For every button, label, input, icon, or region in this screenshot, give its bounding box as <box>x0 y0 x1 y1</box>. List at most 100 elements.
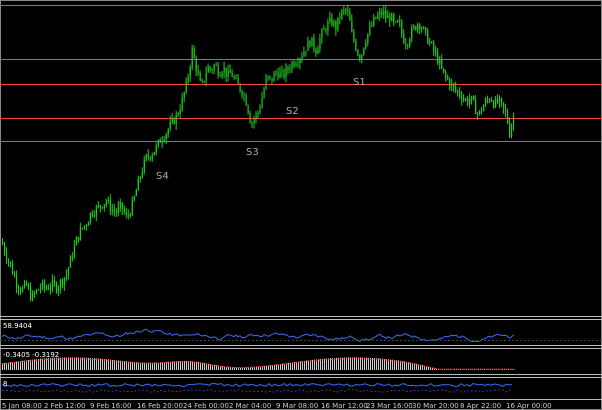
candle-body <box>81 227 84 229</box>
candle-body <box>365 42 367 48</box>
chart-window[interactable]: S1 S2 S3 S4 58.9404 -0.3405 -0.3192 8 5 … <box>0 0 602 410</box>
candle-body <box>123 209 125 213</box>
candle-body <box>243 95 245 97</box>
candle-body <box>321 29 323 39</box>
candle-body <box>205 72 207 82</box>
candle-body <box>257 111 259 114</box>
candle-body <box>307 40 309 52</box>
candle-body <box>163 139 165 141</box>
candle-body <box>271 77 273 82</box>
candle-body <box>43 281 46 288</box>
candle-body <box>107 199 109 202</box>
candle-body <box>229 70 231 73</box>
candle-body <box>389 16 391 21</box>
candle-body <box>189 67 191 77</box>
candle-body <box>119 202 121 207</box>
candle-body <box>125 212 127 216</box>
candle-body <box>463 99 465 101</box>
candle-body <box>419 24 421 29</box>
indicator3-value: 8 <box>3 380 8 388</box>
candle-body <box>281 70 283 72</box>
candle-body <box>275 72 277 74</box>
candle-body <box>49 287 52 290</box>
candle-body <box>407 45 409 47</box>
candle-body <box>67 267 70 275</box>
candle-body <box>191 47 193 68</box>
candle-body <box>89 212 92 223</box>
candle-body <box>353 31 355 41</box>
candle-body <box>405 42 407 46</box>
candle-body <box>473 96 475 101</box>
candle-body <box>11 264 14 275</box>
candle-body <box>289 69 291 71</box>
candle-body <box>255 113 257 120</box>
candle-body <box>323 29 325 31</box>
candle-body <box>465 98 467 100</box>
candle-body <box>69 256 72 268</box>
candle-body <box>357 49 359 56</box>
candle-body <box>83 225 86 228</box>
candle-body <box>117 206 119 213</box>
candle-body <box>367 33 369 43</box>
candle-body <box>327 22 329 32</box>
candle-body <box>477 113 479 115</box>
candle-body <box>279 71 281 78</box>
candle-body <box>315 48 317 54</box>
candle-body <box>351 20 353 32</box>
candle-body <box>359 55 361 60</box>
candle-body <box>301 56 303 60</box>
candle-body <box>297 63 299 65</box>
candle-body <box>165 134 167 140</box>
candle-body <box>459 91 461 96</box>
level-label-s1: S1 <box>353 77 366 88</box>
candle-body <box>185 81 187 93</box>
candle-body <box>143 159 145 172</box>
candle-body <box>55 283 58 292</box>
candle-body <box>51 280 54 288</box>
candle-body <box>133 196 135 201</box>
candle-body <box>325 29 327 32</box>
candle-body <box>435 50 437 53</box>
candle-body <box>171 118 173 122</box>
candle-body <box>253 119 255 124</box>
candle-body <box>499 98 501 103</box>
candle-body <box>439 60 441 64</box>
candle-body <box>455 86 457 91</box>
candle-body <box>269 75 271 78</box>
indicator2-value: -0.3405 -0.3192 <box>3 351 60 359</box>
candle-body <box>113 209 115 212</box>
candle-body <box>219 75 221 77</box>
candle-body <box>457 90 459 92</box>
candle-body <box>373 17 375 26</box>
candle-body <box>361 54 363 60</box>
candle-body <box>503 102 505 109</box>
candle-body <box>151 155 153 159</box>
candle-body <box>225 67 227 77</box>
candle-body <box>401 22 403 34</box>
candle-body <box>215 64 217 66</box>
candle-body <box>265 78 267 89</box>
candle-body <box>397 20 399 22</box>
candle-body <box>471 96 473 100</box>
candle-body <box>157 140 159 146</box>
candle-body <box>453 83 455 87</box>
candle-body <box>109 199 111 212</box>
candle-body <box>177 113 179 115</box>
candle-body <box>199 73 201 81</box>
indicator1-value: 58.9404 <box>3 322 32 330</box>
candle-body <box>311 37 313 47</box>
candle-body <box>285 67 287 78</box>
candle-body <box>145 154 147 160</box>
candle-body <box>437 52 439 64</box>
price-chart[interactable] <box>0 0 602 410</box>
candle-body <box>335 21 337 31</box>
candle-body <box>203 81 205 83</box>
candle-body <box>33 293 36 295</box>
candle-body <box>509 122 511 137</box>
candle-body <box>293 62 295 66</box>
candle-body <box>433 42 435 51</box>
candle-body <box>313 37 315 49</box>
candle-body <box>73 245 76 258</box>
candle-body <box>21 287 24 292</box>
candle-body <box>209 66 211 70</box>
